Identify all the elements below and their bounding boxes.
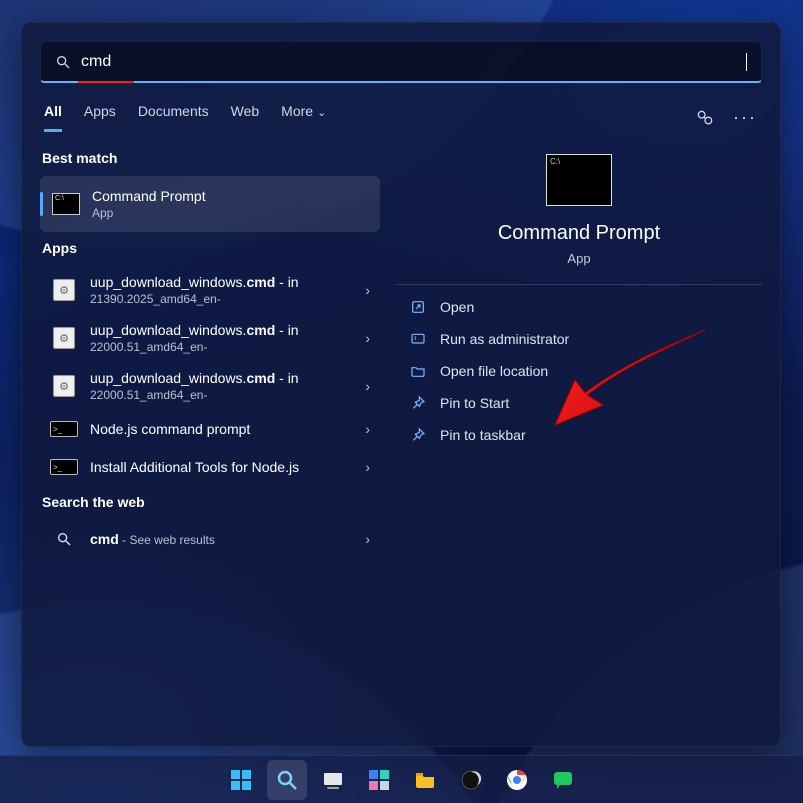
app-result-app[interactable]: Install Additional Tools for Node.js ›: [40, 448, 380, 486]
app-result-file[interactable]: uup_download_windows.cmd - in 22000.51_a…: [40, 362, 380, 410]
shield-icon: [410, 331, 426, 347]
folder-icon: [410, 363, 426, 379]
taskbar-taskview[interactable]: [313, 760, 353, 800]
chevron-down-icon: ⌄: [317, 107, 326, 119]
chevron-right-icon[interactable]: ›: [365, 421, 370, 437]
section-best-match: Best match: [42, 150, 378, 166]
tab-all[interactable]: All: [44, 103, 62, 132]
chevron-right-icon[interactable]: ›: [365, 531, 370, 547]
tab-more[interactable]: More⌄: [281, 103, 326, 132]
start-search-panel: All Apps Documents Web More⌄ ··· Best ma…: [21, 22, 781, 747]
cmd-file-icon: [53, 327, 75, 349]
terminal-icon: [50, 421, 78, 437]
cmd-file-icon: [53, 375, 75, 397]
action-label: Open file location: [440, 363, 548, 379]
action-pin-taskbar[interactable]: Pin to taskbar: [396, 419, 762, 451]
taskbar-widgets[interactable]: [359, 760, 399, 800]
result-title: uup_download_windows.cmd - in: [90, 274, 353, 290]
result-title: uup_download_windows.cmd - in: [90, 322, 353, 338]
action-pin-start[interactable]: Pin to Start: [396, 387, 762, 419]
search-input[interactable]: [81, 53, 748, 71]
result-title: uup_download_windows.cmd - in: [90, 370, 353, 386]
separator: [396, 284, 762, 285]
best-match-subtitle: App: [92, 206, 368, 220]
taskbar: [0, 755, 803, 803]
cmd-file-icon: [53, 279, 75, 301]
action-label: Pin to Start: [440, 395, 509, 411]
taskbar-chrome[interactable]: [497, 760, 537, 800]
best-match-title: Command Prompt: [92, 188, 368, 204]
preview-type: App: [567, 251, 590, 266]
chevron-right-icon[interactable]: ›: [365, 378, 370, 394]
section-search-web: Search the web: [42, 494, 378, 510]
result-path: 22000.51_amd64_en-: [90, 340, 353, 354]
search-filter-icon[interactable]: [692, 105, 718, 131]
app-result-file[interactable]: uup_download_windows.cmd - in 21390.2025…: [40, 266, 380, 314]
pin-icon: [410, 427, 426, 443]
action-open[interactable]: Open: [396, 291, 762, 323]
chevron-right-icon[interactable]: ›: [365, 459, 370, 475]
result-path: 21390.2025_amd64_en-: [90, 292, 353, 306]
search-icon: [55, 54, 71, 70]
best-match-item[interactable]: Command Prompt App: [40, 176, 380, 232]
chevron-right-icon[interactable]: ›: [365, 330, 370, 346]
tab-apps[interactable]: Apps: [84, 103, 116, 132]
section-apps: Apps: [42, 240, 378, 256]
pin-icon: [410, 395, 426, 411]
action-open-location[interactable]: Open file location: [396, 355, 762, 387]
web-result[interactable]: cmd - See web results ›: [40, 520, 380, 558]
action-label: Run as administrator: [440, 331, 569, 347]
preview-pane: Command Prompt App Open Run as administr…: [396, 142, 762, 728]
action-run-admin[interactable]: Run as administrator: [396, 323, 762, 355]
preview-app-icon: [546, 154, 612, 206]
search-bar[interactable]: [40, 41, 762, 83]
action-label: Open: [440, 299, 474, 315]
taskbar-search[interactable]: [267, 760, 307, 800]
preview-title: Command Prompt: [498, 222, 660, 245]
more-options-icon[interactable]: ···: [732, 105, 758, 131]
result-path: 22000.51_amd64_en-: [90, 388, 353, 402]
app-result-app[interactable]: Node.js command prompt ›: [40, 410, 380, 448]
results-column: Best match Command Prompt App Apps uup_d…: [40, 142, 380, 728]
app-result-file[interactable]: uup_download_windows.cmd - in 22000.51_a…: [40, 314, 380, 362]
action-label: Pin to taskbar: [440, 427, 526, 443]
terminal-icon: [50, 459, 78, 475]
result-filter-tabs: All Apps Documents Web More⌄ ···: [22, 83, 780, 132]
result-title: Node.js command prompt: [90, 421, 353, 437]
annotation-underline: [78, 81, 134, 83]
chevron-right-icon[interactable]: ›: [365, 282, 370, 298]
tab-web[interactable]: Web: [231, 103, 260, 132]
open-icon: [410, 299, 426, 315]
taskbar-chat[interactable]: [543, 760, 583, 800]
taskbar-obs[interactable]: [451, 760, 491, 800]
taskbar-explorer[interactable]: [405, 760, 445, 800]
search-icon: [56, 531, 72, 547]
result-title: Install Additional Tools for Node.js: [90, 459, 353, 475]
cmd-icon: [52, 193, 80, 215]
taskbar-start[interactable]: [221, 760, 261, 800]
web-result-text: cmd - See web results: [90, 531, 353, 547]
tab-documents[interactable]: Documents: [138, 103, 209, 132]
text-cursor: [746, 53, 747, 71]
